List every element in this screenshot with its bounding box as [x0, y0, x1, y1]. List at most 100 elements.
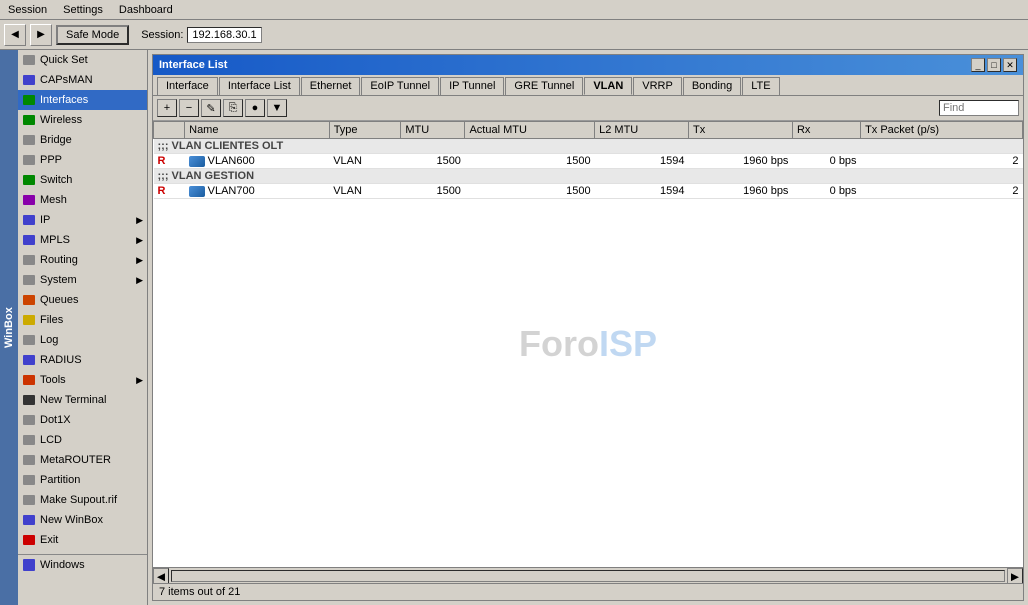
- window-maximize[interactable]: □: [987, 58, 1001, 72]
- sidebar-item-metarouter[interactable]: MetaROUTER: [18, 450, 147, 470]
- make-icon: [22, 493, 36, 507]
- exit-icon: [22, 533, 36, 547]
- sidebar-label-queues: Queues: [40, 294, 79, 306]
- sidebar-label-bridge: Bridge: [40, 134, 72, 146]
- sidebar-item-capsman[interactable]: CAPsMAN: [18, 70, 147, 90]
- scroll-left[interactable]: ◄: [153, 568, 169, 584]
- status-bar: 7 items out of 21: [153, 583, 1023, 600]
- main-toolbar: ◀ ▶ Safe Mode Session: 192.168.30.1: [0, 20, 1028, 50]
- safe-mode-button[interactable]: Safe Mode: [56, 25, 129, 45]
- window-minimize[interactable]: _: [971, 58, 985, 72]
- table-row[interactable]: RVLAN600VLAN1500150015941960 bps0 bps2: [154, 154, 1023, 169]
- sidebar-item-quick-set[interactable]: Quick Set: [18, 50, 147, 70]
- arrow-icon: ▶: [136, 275, 143, 286]
- menu-settings[interactable]: Settings: [59, 3, 107, 17]
- row-rx: 0 bps: [792, 184, 860, 199]
- row-rx: 0 bps: [792, 154, 860, 169]
- sidebar-item-wireless[interactable]: Wireless: [18, 110, 147, 130]
- find-input[interactable]: [939, 100, 1019, 116]
- sidebar-item-make-supout[interactable]: Make Supout.rif: [18, 490, 147, 510]
- sidebar-item-radius[interactable]: RADIUS: [18, 350, 147, 370]
- sidebar-item-bridge[interactable]: Bridge: [18, 130, 147, 150]
- session-label: Session:: [141, 29, 183, 41]
- menu-dashboard[interactable]: Dashboard: [115, 3, 177, 17]
- tab-ip-tunnel[interactable]: IP Tunnel: [440, 77, 504, 95]
- sidebar-item-partition[interactable]: Partition: [18, 470, 147, 490]
- copy-button[interactable]: ⎘: [223, 99, 243, 117]
- sidebar-item-tools[interactable]: Tools▶: [18, 370, 147, 390]
- content-area: Interface List _ □ ✕ InterfaceInterface …: [148, 50, 1028, 605]
- scroll-right[interactable]: ►: [1007, 568, 1023, 584]
- col-header[interactable]: [154, 122, 185, 139]
- sidebar-item-files[interactable]: Files: [18, 310, 147, 330]
- newwin-icon: [22, 513, 36, 527]
- window-title: Interface List: [159, 59, 227, 71]
- row-name: VLAN600: [185, 154, 330, 169]
- sidebar-item-switch[interactable]: Switch: [18, 170, 147, 190]
- sidebar-item-new-terminal[interactable]: New Terminal: [18, 390, 147, 410]
- tab-gre-tunnel[interactable]: GRE Tunnel: [505, 77, 583, 95]
- col-header[interactable]: Type: [329, 122, 401, 139]
- sidebar-label-new-winbox: New WinBox: [40, 514, 103, 526]
- sidebar-item-windows[interactable]: Windows: [18, 554, 147, 574]
- winbox-label: WinBox: [0, 50, 18, 605]
- table-row[interactable]: RVLAN700VLAN1500150015941960 bps0 bps2: [154, 184, 1023, 199]
- hscroll-track[interactable]: [171, 570, 1005, 582]
- sidebar-item-mpls[interactable]: MPLS▶: [18, 230, 147, 250]
- tab-eoip-tunnel[interactable]: EoIP Tunnel: [361, 77, 439, 95]
- sidebar-windows-label: Windows: [40, 559, 85, 571]
- tab-ethernet[interactable]: Ethernet: [301, 77, 361, 95]
- col-header[interactable]: Rx: [792, 122, 860, 139]
- quick-icon: [22, 53, 36, 67]
- edit-button[interactable]: ✎: [201, 99, 221, 117]
- sidebar-item-ip[interactable]: IP ▶: [18, 210, 147, 230]
- remove-button[interactable]: −: [179, 99, 199, 117]
- hscroll-area: ◄ ►: [153, 567, 1023, 583]
- sidebar-item-ppp[interactable]: PPP: [18, 150, 147, 170]
- files-icon: [22, 313, 36, 327]
- disable-button[interactable]: ●: [245, 99, 265, 117]
- menu-session[interactable]: Session: [4, 3, 51, 17]
- sidebar-item-queues[interactable]: Queues: [18, 290, 147, 310]
- ppp-icon: [22, 153, 36, 167]
- row-name: VLAN700: [185, 184, 330, 199]
- mesh-icon: [22, 193, 36, 207]
- sidebar-item-routing[interactable]: Routing▶: [18, 250, 147, 270]
- tab-vrrp[interactable]: VRRP: [633, 77, 682, 95]
- sidebar-item-new-winbox[interactable]: New WinBox: [18, 510, 147, 530]
- sidebar-item-lcd[interactable]: LCD: [18, 430, 147, 450]
- tab-interface-list[interactable]: Interface List: [219, 77, 300, 95]
- sidebar-label-system: System: [40, 274, 77, 286]
- sidebar-label-partition: Partition: [40, 474, 80, 486]
- col-header[interactable]: Tx Packet (p/s): [861, 122, 1023, 139]
- col-header[interactable]: Tx: [689, 122, 793, 139]
- sidebar-item-exit[interactable]: Exit: [18, 530, 147, 550]
- routing-icon: [22, 253, 36, 267]
- col-header[interactable]: MTU: [401, 122, 465, 139]
- switch-icon: [22, 173, 36, 187]
- sidebar-item-log[interactable]: Log: [18, 330, 147, 350]
- system-icon: [22, 273, 36, 287]
- tab-bonding[interactable]: Bonding: [683, 77, 741, 95]
- forward-button[interactable]: ▶: [30, 24, 52, 46]
- sidebar-item-mesh[interactable]: Mesh: [18, 190, 147, 210]
- row-type: VLAN: [329, 184, 401, 199]
- add-button[interactable]: +: [157, 99, 177, 117]
- col-header[interactable]: L2 MTU: [595, 122, 689, 139]
- group-row: ;;; VLAN CLIENTES OLT: [154, 139, 1023, 154]
- tab-lte[interactable]: LTE: [742, 77, 779, 95]
- arrow-icon: ▶: [136, 215, 143, 226]
- sidebar-item-system[interactable]: System ▶: [18, 270, 147, 290]
- sidebar-label-routing: Routing: [40, 254, 78, 266]
- col-header[interactable]: Actual MTU: [465, 122, 595, 139]
- back-button[interactable]: ◀: [4, 24, 26, 46]
- filter-button[interactable]: ▼: [267, 99, 287, 117]
- sidebar-label-ip: IP: [40, 214, 50, 226]
- sidebar-item-dot1x[interactable]: Dot1X: [18, 410, 147, 430]
- window-close[interactable]: ✕: [1003, 58, 1017, 72]
- sidebar-item-interfaces[interactable]: Interfaces: [18, 90, 147, 110]
- col-header[interactable]: Name: [185, 122, 330, 139]
- tab-vlan[interactable]: VLAN: [584, 77, 632, 95]
- tab-interface[interactable]: Interface: [157, 77, 218, 95]
- table-toolbar: + − ✎ ⎘ ● ▼: [153, 96, 1023, 121]
